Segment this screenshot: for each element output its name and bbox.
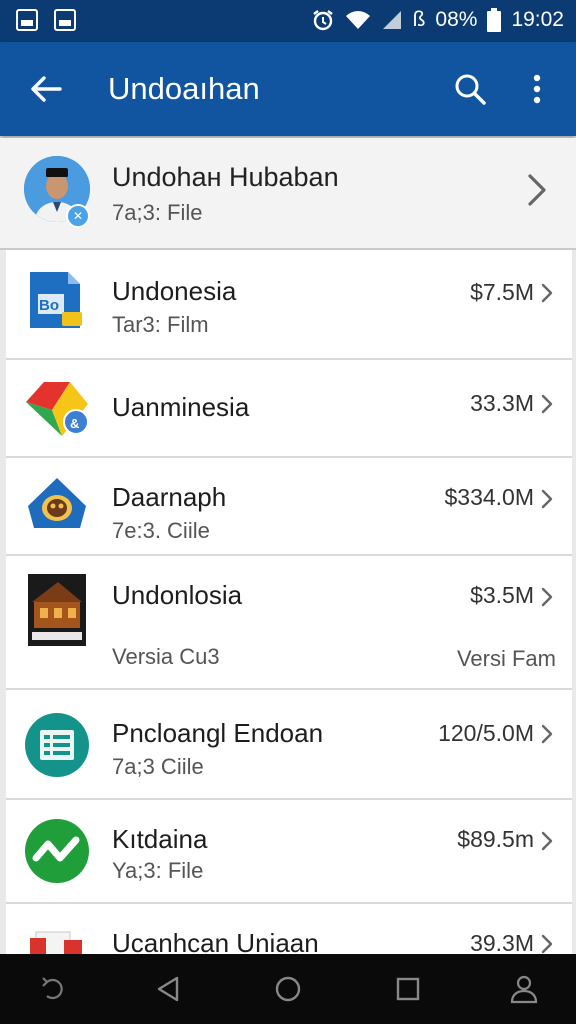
form-app-icon: [24, 712, 90, 778]
chevron-right-icon: [540, 282, 554, 304]
chevron-right-icon: [540, 393, 554, 415]
item-subtitle: 7e:3. Ciile: [112, 518, 210, 543]
chevron-right-icon: [540, 586, 554, 608]
battery-percentage: 08%: [435, 8, 478, 31]
search-icon[interactable]: [446, 66, 494, 112]
building-photo-icon: [24, 572, 90, 648]
overview-square-icon[interactable]: [388, 971, 428, 1007]
emblem-icon: [24, 472, 90, 538]
app-bar: Undoaıhan: [0, 42, 576, 136]
signal-icon: [381, 9, 403, 31]
recent-back-icon[interactable]: [32, 971, 72, 1007]
drive-app-icon: &: [24, 376, 90, 442]
item-size: 39.3M: [470, 930, 534, 954]
status-bar: ß 08% 19:02: [0, 0, 576, 42]
item-size: $7.5M: [470, 279, 534, 305]
back-triangle-icon[interactable]: [148, 971, 188, 1007]
file-list: Bo Undonesia Tar3: Film $7.5M & Uanmines…: [6, 250, 572, 954]
wifi-icon: [345, 9, 371, 31]
chevron-right-icon: [540, 933, 554, 954]
alarm-icon: [311, 8, 335, 32]
item-subtitle: Ya;3: File: [112, 858, 204, 883]
list-item[interactable]: Ucanhcan Uniaan 39.3M: [6, 904, 572, 954]
notification-icon: [54, 9, 76, 31]
battery-icon: [487, 8, 502, 32]
trend-app-icon: [24, 818, 90, 884]
list-item[interactable]: & Uanminesia 33.3M: [6, 360, 572, 458]
item-size: 120/5.0M: [438, 720, 534, 746]
svg-text:&: &: [70, 416, 79, 431]
more-vert-icon[interactable]: [516, 66, 558, 112]
item-subtitle: Tar3: Film: [112, 312, 209, 337]
home-circle-icon[interactable]: [268, 971, 308, 1007]
item-name: Uanminesia: [112, 392, 250, 422]
item-subtitle: Versia Cu3: [112, 644, 220, 669]
chevron-right-icon: [540, 830, 554, 852]
battery-prefix: ß: [412, 8, 426, 31]
item-size: $3.5M: [470, 582, 534, 608]
person-icon[interactable]: [504, 971, 544, 1007]
item-size: $334.0M: [444, 484, 534, 510]
red-document-icon: [24, 924, 90, 954]
list-item[interactable]: Undonlosia Versia Cu3 $3.5M Versi Fam: [6, 556, 572, 690]
item-size: $89.5m: [457, 826, 534, 852]
item-name: Ucanhcan Uniaan: [112, 928, 319, 954]
chevron-right-icon[interactable]: [520, 170, 556, 210]
clock: 19:02: [511, 8, 564, 31]
header-item[interactable]: ✕ Undohaн Ηubaban 7a;3: File: [0, 138, 576, 250]
item-extra-label: Versi Fam: [456, 646, 556, 671]
item-name: Pncloangl Endoan: [112, 718, 324, 748]
list-item[interactable]: Daarnaph 7e:3. Ciile $334.0M: [6, 458, 572, 556]
back-arrow-icon[interactable]: [22, 68, 70, 110]
header-item-subtitle: 7a;3: File: [112, 200, 203, 225]
chevron-right-icon: [540, 488, 554, 510]
avatar-badge-icon: ✕: [66, 204, 90, 228]
header-item-title: Undohaн Ηubaban: [112, 162, 339, 192]
item-name: Daarnaph: [112, 482, 227, 512]
app-title: Undoaıhan: [108, 71, 260, 106]
list-item[interactable]: Kıtdaina Ya;3: File $89.5m: [6, 800, 572, 904]
svg-text:Bo: Bo: [39, 297, 59, 314]
list-item[interactable]: Pncloangl Endoan 7a;3 Ciile 120/5.0M: [6, 690, 572, 800]
item-name: Undonesia: [112, 276, 237, 306]
item-name: Kıtdaina: [112, 824, 208, 854]
list-item[interactable]: Bo Undonesia Tar3: Film $7.5M: [6, 250, 572, 360]
navigation-bar: [0, 954, 576, 1024]
item-size: 33.3M: [470, 390, 534, 416]
chevron-right-icon: [540, 723, 554, 745]
gallery-icon: [16, 9, 38, 31]
document-icon: Bo: [24, 268, 90, 334]
item-subtitle: 7a;3 Ciile: [112, 754, 204, 779]
item-name: Undonlosia: [112, 580, 243, 610]
